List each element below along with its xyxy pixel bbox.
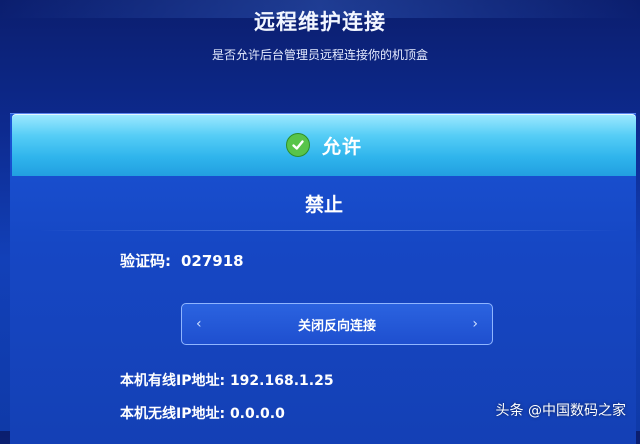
verification-code: 验证码: 027918 — [120, 250, 244, 271]
allow-option[interactable]: 允许 — [12, 114, 636, 176]
chevron-right-icon[interactable]: › — [472, 316, 478, 332]
allow-label: 允许 — [321, 135, 362, 158]
check-icon — [285, 133, 310, 157]
dialog-title: 远程维护连接 — [254, 10, 386, 34]
deny-option[interactable]: 禁止 — [12, 178, 636, 228]
deny-label: 禁止 — [304, 193, 343, 216]
watermark: 头条 @中国数码之家 — [495, 403, 626, 419]
wired-ip-address: 本机有线IP地址: 192.168.1.25 — [120, 373, 334, 389]
wireless-ip-address: 本机无线IP地址: 0.0.0.0 — [120, 406, 285, 422]
verification-value: 027918 — [181, 252, 244, 270]
dialog-subtitle: 是否允许后台管理员远程连接你的机顶盒 — [211, 48, 428, 62]
chevron-left-icon[interactable]: ‹ — [196, 316, 202, 332]
reverse-connection-label: 关闭反向连接 — [297, 318, 376, 334]
divider — [40, 230, 620, 231]
reverse-connection-selector[interactable]: ‹ 关闭反向连接 › — [181, 303, 493, 345]
verification-label: 验证码: — [120, 252, 171, 270]
